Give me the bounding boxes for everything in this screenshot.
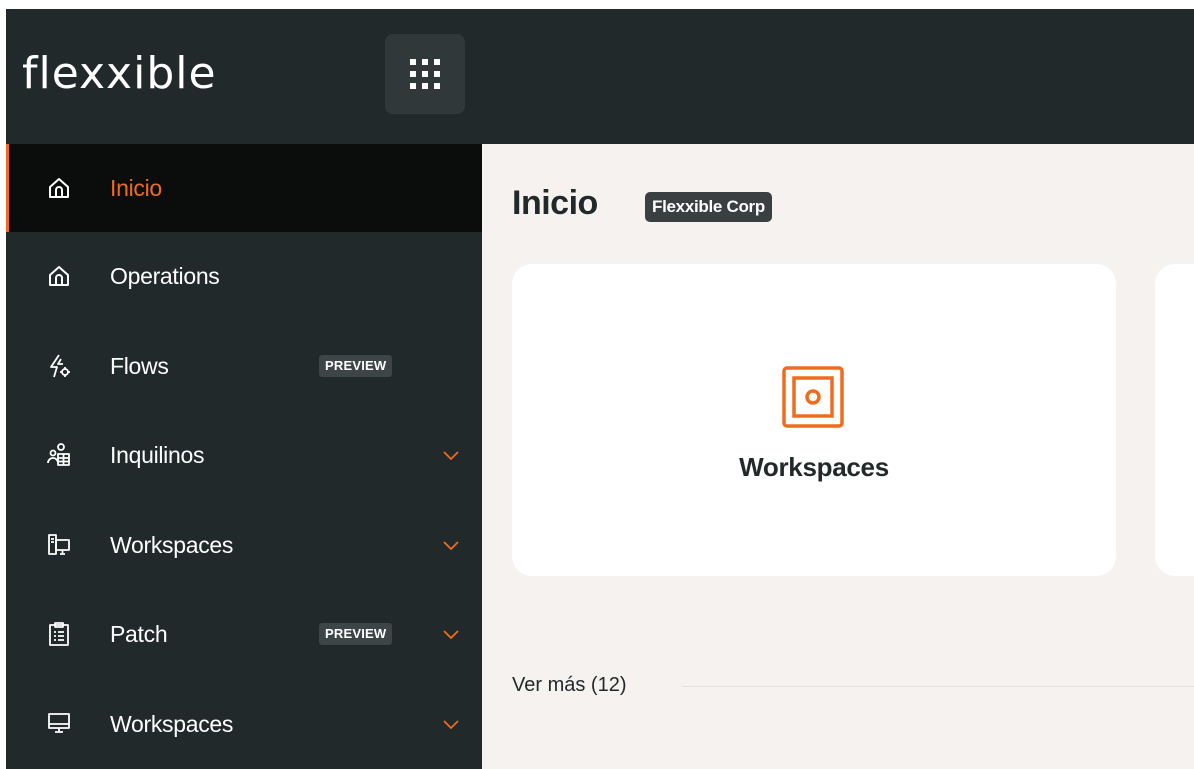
sidebar-item-label: Inicio [110,174,162,201]
preview-badge: PREVIEW [319,623,393,645]
workspaces-card[interactable]: Workspaces [512,264,1116,576]
devices-icon [46,532,72,558]
sidebar-item-patch[interactable]: Patch PREVIEW [6,590,482,678]
sidebar-item-workspaces-2[interactable]: Workspaces [6,680,482,768]
workspace-icon [782,366,844,428]
sidebar-item-label: Inquilinos [110,441,205,468]
monitor-icon [46,711,72,737]
clipboard-list-icon [46,621,72,647]
sidebar-item-label: Flows [110,352,169,379]
home-icon [46,175,72,201]
sidebar-item-label: Workspaces [110,710,234,737]
chevron-down-icon[interactable] [441,714,461,734]
chevron-down-icon[interactable] [441,445,461,465]
sidebar-item-label: Patch [110,620,168,647]
divider [682,686,1194,687]
sidebar-item-flows[interactable]: Flows PREVIEW [6,322,482,410]
sidebar-item-inicio[interactable]: Inicio [6,144,482,232]
app-shell: flexxible Inicio Operations Flows PREVIE… [6,9,1194,769]
next-card-partial[interactable] [1155,264,1194,576]
organization-badge: Flexxible Corp [645,192,772,222]
sidebar: Inicio Operations Flows PREVIEW Inquilin… [6,144,482,769]
sidebar-item-operations[interactable]: Operations [6,232,482,320]
page-title: Inicio [512,184,598,222]
top-bar: flexxible [6,9,1194,144]
sidebar-item-label: Workspaces [110,531,234,558]
sidebar-item-inquilinos[interactable]: Inquilinos [6,411,482,499]
see-more-link[interactable]: Ver más (12) [512,674,626,697]
chevron-down-icon[interactable] [441,624,461,644]
grid-dots-icon [410,59,440,89]
main-content: Inicio Flexxible Corp Workspaces Ver más… [482,144,1194,769]
chevron-down-icon[interactable] [441,535,461,555]
app-launcher-button[interactable] [385,34,465,114]
home-icon [46,263,72,289]
brand-logo[interactable]: flexxible [22,49,217,99]
preview-badge: PREVIEW [319,355,393,377]
sidebar-item-workspaces[interactable]: Workspaces [6,501,482,589]
card-label: Workspaces [739,452,889,482]
sidebar-item-label: Operations [110,262,220,289]
users-building-icon [46,442,72,468]
flash-gear-icon [46,353,72,379]
